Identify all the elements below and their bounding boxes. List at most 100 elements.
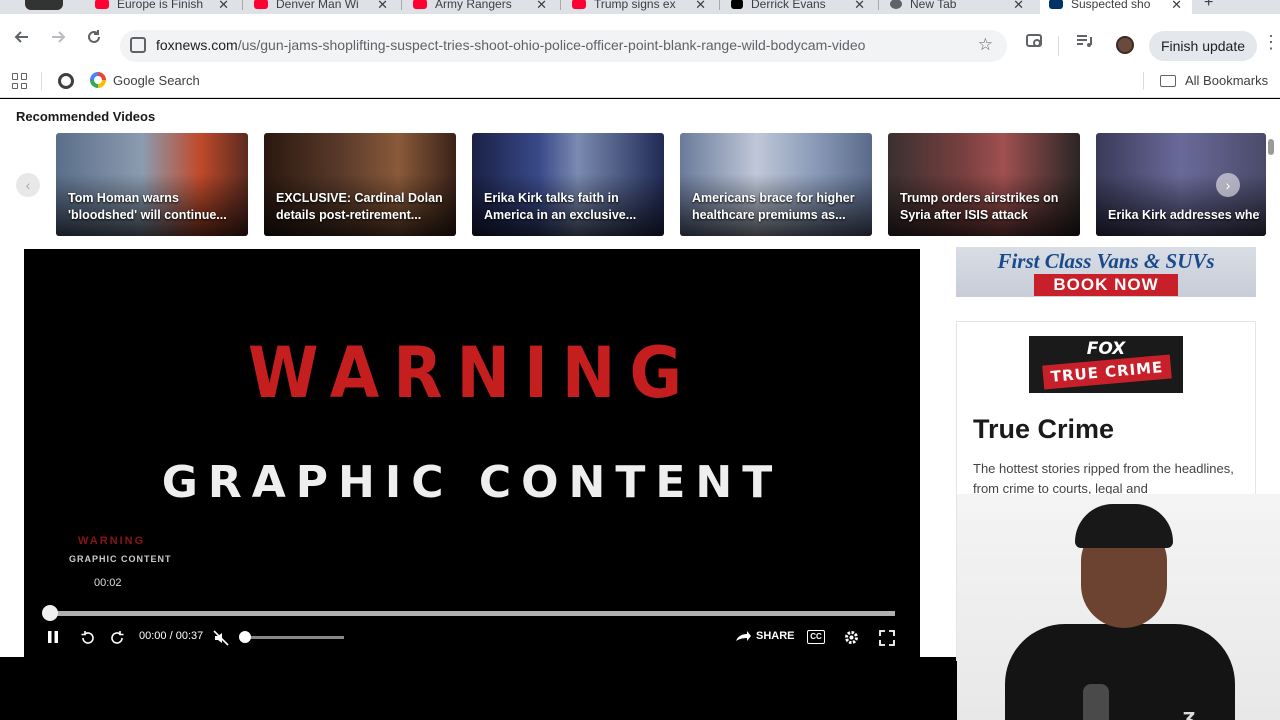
volume-slider[interactable]	[244, 636, 344, 639]
url-text[interactable]: foxnews.com/us/gun-jams-shoplifting-susp…	[156, 37, 865, 53]
bookmarks-divider	[41, 72, 42, 90]
rewind-icon	[81, 631, 94, 644]
presenter-cap	[1075, 504, 1173, 548]
share-arrow-icon	[736, 631, 751, 641]
closed-captions-button[interactable]: CC	[807, 630, 825, 644]
pause-button[interactable]	[46, 629, 60, 648]
warning-title: WARNING	[248, 333, 696, 415]
progress-handle[interactable]	[42, 605, 58, 621]
tab-title: Trump signs ex	[594, 0, 676, 11]
tab-divider	[719, 0, 720, 10]
page-scrollbar[interactable]	[1268, 139, 1274, 155]
ad-book-now-button[interactable]: BOOK NOW	[1034, 274, 1178, 296]
settings-button[interactable]	[843, 629, 860, 649]
tab-derrick[interactable]: Derrick Evans ✕	[731, 0, 871, 14]
card-description: The hottest stories ripped from the head…	[973, 461, 1234, 496]
tab-army[interactable]: Army Rangers ✕	[413, 0, 553, 14]
close-icon[interactable]: ✕	[854, 0, 865, 13]
close-icon[interactable]: ✕	[1013, 0, 1024, 13]
thumbnail-shade	[1096, 174, 1266, 236]
scrub-preview-time: 00:02	[94, 577, 122, 589]
back-button[interactable]	[10, 28, 34, 51]
bookmarks-divider	[1143, 72, 1144, 90]
forward-button[interactable]	[46, 28, 70, 51]
fullscreen-icon	[879, 630, 895, 646]
recommended-video-card[interactable]: Erika Kirk talks faith in America in an …	[472, 133, 664, 236]
finish-update-button[interactable]: Finish update	[1149, 31, 1257, 61]
recommended-video-card[interactable]: EXCLUSIVE: Cardinal Dolan details post-r…	[264, 133, 456, 236]
tab-divider	[401, 0, 402, 10]
recommended-video-card[interactable]: Erika Kirk addresses whether she has 'co…	[1096, 133, 1266, 236]
close-icon[interactable]: ✕	[218, 0, 229, 13]
url-domain: foxnews.com	[156, 37, 238, 53]
apps-grid-icon[interactable]	[12, 73, 28, 89]
mute-button[interactable]	[212, 629, 230, 650]
tab-trump[interactable]: Trump signs ex ✕	[572, 0, 712, 14]
address-bar[interactable]: foxnews.com/us/gun-jams-shoplifting-susp…	[120, 30, 1007, 62]
close-icon[interactable]: ✕	[695, 0, 706, 13]
video-caption: Erika Kirk addresses whether she has 'co…	[1108, 208, 1260, 222]
google-lens-button[interactable]	[1023, 31, 1047, 56]
profile-tab[interactable]	[25, 0, 65, 14]
toolbar: foxnews.com/us/gun-jams-shoplifting-susp…	[0, 14, 1280, 64]
tab-divider	[878, 0, 879, 10]
bookmark-google-search[interactable]: Google Search	[113, 73, 200, 88]
carousel-prev-button[interactable]: ‹	[16, 173, 40, 197]
microphone-icon	[1083, 684, 1109, 720]
playlist-icon	[1077, 35, 1092, 47]
volume-muted-icon	[213, 630, 229, 646]
video-caption: EXCLUSIVE: Cardinal Dolan details post-r…	[276, 191, 443, 222]
youtube-icon	[95, 0, 109, 9]
foxnews-icon	[1049, 0, 1063, 9]
carousel-next-button[interactable]: ›	[1216, 173, 1240, 197]
share-button[interactable]: SHARE	[734, 629, 795, 643]
plus-icon: +	[1204, 0, 1214, 11]
volume-handle[interactable]	[239, 631, 251, 643]
tab-divider	[560, 0, 561, 10]
logo-label: TRUE CRIME	[1042, 354, 1172, 390]
video-caption: Americans brace for higher healthcare pr…	[692, 191, 855, 222]
tab-new-tab[interactable]: New Tab ✕	[890, 0, 1030, 14]
ad-banner[interactable]: First Class Vans & SUVs BOOK NOW	[956, 247, 1256, 297]
recommended-video-card[interactable]: Tom Homan warns 'bloodshed' will continu…	[56, 133, 248, 236]
close-icon[interactable]: ✕	[377, 0, 388, 13]
url-path: /us/gun-jams-shoplifting-suspect-tries-s…	[237, 37, 866, 53]
browser-window: { "tabs": [ {"title": "Europe is Finish"…	[0, 0, 1280, 720]
rewind-button[interactable]	[79, 629, 97, 650]
gear-icon	[845, 631, 858, 644]
bookmarks-bar: Google Search All Bookmarks	[0, 64, 1280, 98]
hoodie-logo-icon: ʓ	[1183, 704, 1196, 720]
tab-active-foxnews[interactable]: Suspected sho ✕	[1040, 0, 1192, 14]
progress-bar[interactable]	[48, 611, 895, 616]
tab-denver[interactable]: Denver Man Wi ✕	[254, 0, 394, 14]
lens-icon	[1026, 34, 1042, 47]
close-icon[interactable]: ✕	[536, 0, 547, 13]
video-caption: Tom Homan warns 'bloodshed' will continu…	[68, 191, 227, 222]
pause-icon	[48, 631, 58, 643]
more-menu-icon[interactable]: ⋮	[1262, 32, 1280, 53]
tab-title: Army Rangers	[435, 0, 512, 11]
recommended-video-card[interactable]: Trump orders airstrikes on Syria after I…	[888, 133, 1080, 236]
forward-skip-button[interactable]	[108, 629, 126, 650]
profile-avatar[interactable]	[1116, 36, 1134, 54]
fullscreen-button[interactable]	[878, 629, 896, 650]
tab-strip: Europe is Finish ✕ Denver Man Wi ✕ Army …	[0, 0, 1280, 14]
recommended-video-card[interactable]: Americans brace for higher healthcare pr…	[680, 133, 872, 236]
site-settings-icon[interactable]	[130, 37, 146, 53]
all-bookmarks-button[interactable]: All Bookmarks	[1185, 73, 1268, 88]
bookmark-star-icon[interactable]: ☆	[978, 35, 993, 55]
fast-forward-icon	[111, 631, 124, 644]
youtube-icon	[572, 0, 586, 9]
video-player[interactable]: WARNING GRAPHIC CONTENT WARNING GRAPHIC …	[24, 249, 920, 657]
media-controls-button[interactable]	[1072, 31, 1096, 56]
close-icon[interactable]: ✕	[1171, 0, 1182, 13]
reload-button[interactable]	[82, 28, 106, 51]
chrome-icon[interactable]	[58, 73, 74, 89]
graphic-content-title: GRAPHIC CONTENT	[161, 457, 783, 508]
tab-europe[interactable]: Europe is Finish ✕	[95, 0, 235, 14]
tab-title: Denver Man Wi	[276, 0, 359, 11]
new-tab-button[interactable]: +	[1204, 0, 1220, 14]
current-time: 00:00	[139, 630, 167, 642]
card-title[interactable]: True Crime	[973, 414, 1114, 445]
arrow-right-icon	[52, 31, 66, 43]
